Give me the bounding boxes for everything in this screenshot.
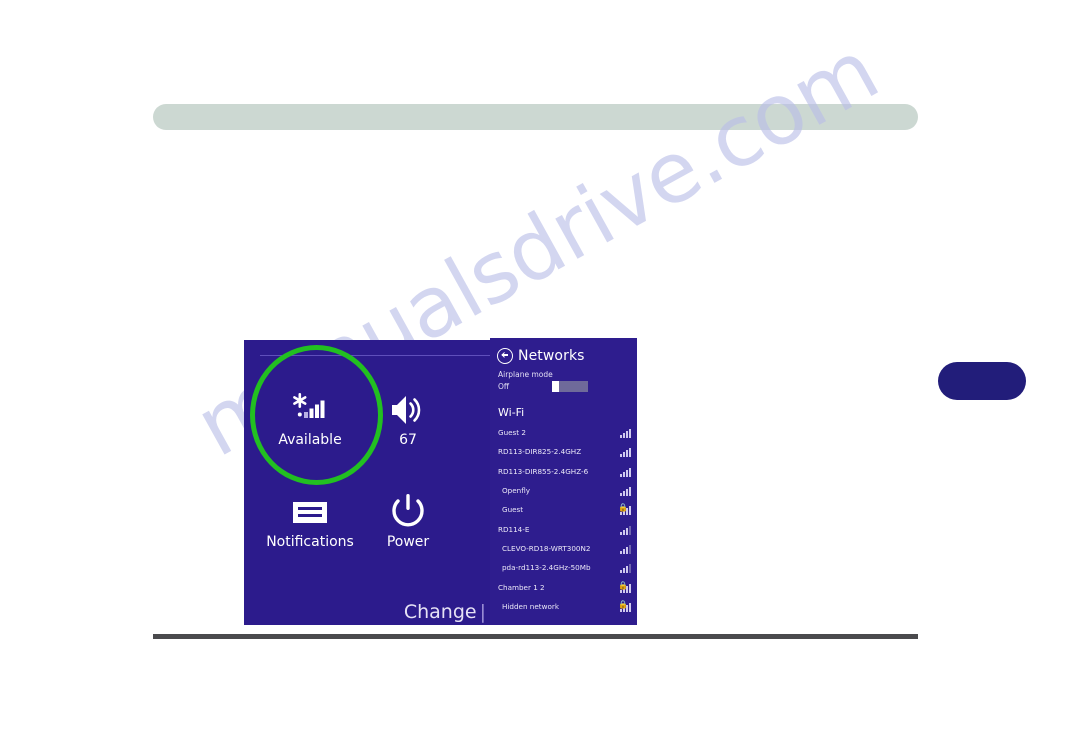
wifi-network-ssid: Openfly (502, 486, 530, 496)
brightness-icon (458, 376, 492, 428)
wifi-network-row[interactable]: Openfly (490, 481, 637, 500)
wifi-signal-secured-icon: 🔒 (618, 600, 631, 612)
wifi-network-ssid: Chamber 1 2 (498, 582, 545, 592)
wifi-network-ssid: Hidden network (502, 601, 559, 611)
wifi-network-row[interactable]: RD113-DIR825-2.4GHZ (490, 442, 637, 461)
wifi-signal-icon (618, 427, 631, 439)
change-pc-settings-separator: | (479, 601, 486, 623)
wifi-signal-icon (618, 543, 631, 554)
wifi-network-row[interactable]: RD113-DIR855-2.4GHZ-6 (490, 462, 637, 481)
wifi-network-ssid: RD113-DIR855-2.4GHZ-6 (498, 466, 589, 476)
airplane-mode-toggle[interactable] (552, 381, 588, 392)
charms-divider (260, 355, 492, 356)
wifi-signal-icon (618, 485, 631, 497)
charm-tile-power[interactable]: Power (360, 478, 456, 551)
charm-label-network: Available (278, 432, 342, 448)
wifi-network-row[interactable]: RD114-E (490, 519, 637, 538)
wifi-signal-icon (618, 466, 631, 477)
wifi-network-ssid: RD114-E (498, 524, 530, 534)
charm-tile-brightness[interactable]: B (458, 376, 492, 449)
settings-charm-pane: Available 67 B (244, 340, 492, 625)
wifi-network-row[interactable]: Guest 🔒 (490, 500, 637, 519)
networks-flyout: Networks Airplane mode Off Wi-Fi Guest 2… (490, 338, 637, 625)
wifi-network-ssid: CLEVO-RD18-WRT300N2 (502, 543, 591, 553)
change-pc-settings-label: Change (403, 601, 477, 623)
back-arrow-icon[interactable] (497, 348, 513, 364)
speaker-icon (360, 376, 456, 428)
networks-header: Networks (490, 338, 637, 364)
charm-label-notifications: Notifications (266, 534, 354, 550)
wifi-network-ssid: Guest (502, 505, 524, 515)
page-tab-marker (938, 362, 1026, 400)
wifi-available-icon (262, 376, 358, 428)
airplane-mode-label: Airplane mode (498, 370, 553, 379)
wifi-signal-secured-icon: 🔒 (618, 581, 631, 593)
wifi-signal-icon (618, 446, 631, 458)
power-icon (360, 478, 456, 530)
page-footer-rule (153, 634, 918, 639)
wifi-signal-icon (618, 524, 631, 535)
wifi-network-row[interactable]: Hidden network 🔒 (490, 597, 637, 616)
page-header-bar (153, 104, 918, 130)
wifi-network-row[interactable]: Guest 2 (490, 423, 637, 442)
wifi-network-ssid: RD113-DIR825-2.4GHZ (498, 447, 582, 457)
charm-tile-volume[interactable]: 67 (360, 376, 456, 449)
charm-tile-notifications[interactable]: Notifications (262, 478, 358, 551)
wifi-network-ssid: Guest 2 (498, 428, 526, 438)
wifi-network-ssid: pda-rd113-2.4GHz-50Mb (502, 563, 591, 573)
airplane-mode-block: Airplane mode Off (490, 364, 637, 392)
wifi-signal-secured-icon: 🔒 (618, 504, 631, 516)
wifi-network-row[interactable]: CLEVO-RD18-WRT300N2 (490, 539, 637, 558)
wifi-network-list: Guest 2 RD113-DIR825-2.4GHZ RD113-DIR855-2… (490, 422, 637, 616)
airplane-mode-state: Off (498, 382, 510, 391)
charm-tile-network[interactable]: Available (262, 376, 358, 449)
networks-title: Networks (518, 348, 585, 364)
wifi-signal-icon (618, 562, 631, 574)
change-pc-settings-link[interactable]: Change | (404, 601, 486, 623)
toggle-knob (552, 381, 559, 392)
charm-label-volume: 67 (399, 432, 417, 448)
charm-label-power: Power (386, 534, 430, 550)
wifi-network-row[interactable]: Chamber 1 2 🔒 (490, 577, 637, 596)
windows-charms-screenshot: Available 67 B (244, 338, 637, 625)
charm-label-brightness: B (458, 431, 492, 449)
notifications-icon (262, 478, 358, 530)
wifi-network-row[interactable]: pda-rd113-2.4GHz-50Mb (490, 558, 637, 577)
wifi-section-heading: Wi-Fi (498, 406, 525, 419)
